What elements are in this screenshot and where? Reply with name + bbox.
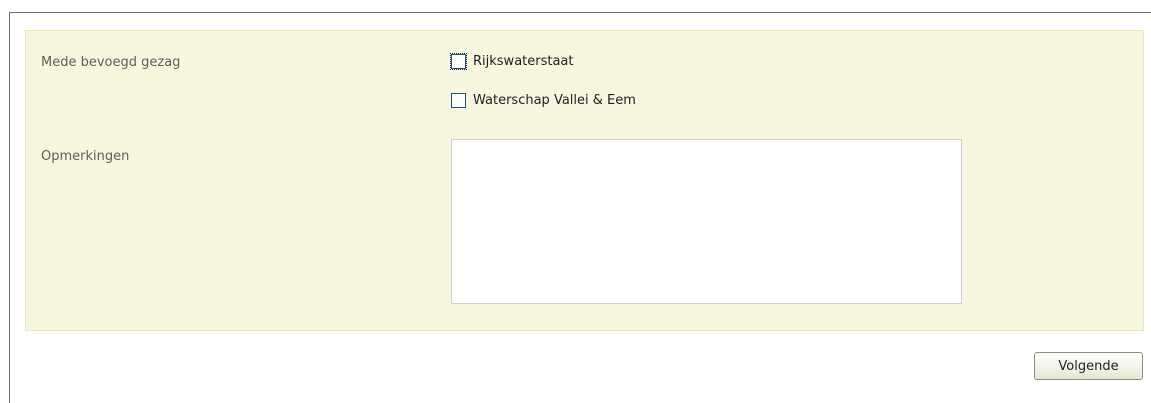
next-button[interactable]: Volgende	[1034, 352, 1143, 380]
rijkswaterstaat-label[interactable]: Rijkswaterstaat	[473, 54, 574, 69]
authority-label: Mede bevoegd gezag	[41, 55, 181, 70]
waterschap-label[interactable]: Waterschap Vallei & Eem	[473, 93, 636, 108]
rijkswaterstaat-checkbox[interactable]	[450, 53, 467, 70]
option-waterschap[interactable]: Waterschap Vallei & Eem	[451, 93, 636, 108]
remarks-label: Opmerkingen	[41, 149, 130, 164]
form-panel: Mede bevoegd gezag Rijkswaterstaat Water…	[25, 30, 1144, 331]
remarks-textarea[interactable]	[451, 139, 962, 304]
option-rijkswaterstaat[interactable]: Rijkswaterstaat	[450, 53, 574, 70]
waterschap-checkbox[interactable]	[451, 93, 466, 108]
